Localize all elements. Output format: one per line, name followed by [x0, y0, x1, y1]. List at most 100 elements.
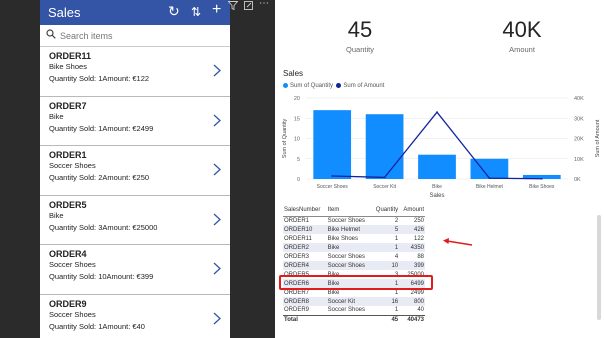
item-title: ORDER4 [49, 249, 87, 259]
col-header-salesnumber[interactable]: SalesNumber [283, 205, 327, 217]
total-amount: 40473 [399, 314, 425, 325]
x-tick-label: Soccer Kit [373, 184, 396, 190]
cell-quantity: 1 [394, 235, 399, 242]
total-label: Total [283, 314, 327, 325]
item-product: Bike Shoes [49, 62, 87, 71]
sort-icon[interactable]: ⇅ [191, 5, 201, 19]
table-row[interactable]: ORDER8 Soccer Kit 16 800 [283, 297, 425, 306]
cell-item: Soccer Shoes [326, 261, 372, 270]
bar-soccer-kit [365, 114, 404, 179]
y-tick-label: 15 [294, 116, 300, 122]
bar-soccer-shoes [313, 110, 352, 179]
cell-amount: 399 [399, 261, 425, 270]
cell-salesnumber: ORDER9 [284, 307, 310, 314]
x-tick-label: Bike Helmet [476, 184, 504, 190]
more-options-icon[interactable]: ⋯ [259, 0, 269, 9]
y-tick-label: 20 [294, 96, 300, 102]
sales-chart: 0 5 10 15 20 0K 10K 20K 30K 40K Sum of Quantity Sum… [282, 96, 601, 199]
amount-value: 40K [502, 17, 542, 42]
list-item[interactable]: ORDER9 Soccer Shoes Quantity Sold: 1Amou… [40, 295, 230, 338]
cell-amount: 4350 [399, 243, 425, 252]
legend-quantity: Sum of Quantity [290, 83, 334, 90]
y2-tick-label: 30K [574, 116, 584, 122]
filter-icon[interactable] [228, 1, 238, 10]
item-meta: Quantity Sold: 10Amount: €399 [49, 272, 154, 281]
table-row[interactable]: ORDER10 Bike Helmet 5 426 [283, 225, 425, 234]
chevron-right-icon[interactable] [213, 312, 221, 325]
search-input[interactable] [60, 28, 220, 43]
chevron-right-icon[interactable] [213, 262, 221, 275]
chevron-right-icon[interactable] [213, 213, 221, 226]
chevron-right-icon[interactable] [213, 163, 221, 176]
table-row[interactable]: ORDER4 Soccer Shoes 10 399 [283, 261, 425, 270]
refresh-icon[interactable]: ↻ [168, 3, 180, 20]
y2-tick-label: 0K [574, 177, 581, 183]
cell-amount: 40 [417, 307, 424, 314]
red-arrow [443, 238, 473, 246]
amount-point [436, 111, 438, 114]
col-header-item[interactable]: Item [326, 205, 372, 217]
x-tick-label: Bike [432, 184, 442, 190]
table-row[interactable]: ORDER2 Bike 1 4350 [283, 243, 425, 252]
cell-amount: 800 [399, 297, 425, 306]
item-meta: Quantity Sold: 3Amount: €25000 [49, 222, 158, 232]
focus-mode-icon[interactable] [244, 1, 253, 10]
search-icon [46, 29, 56, 39]
list-item[interactable]: ORDER11 Bike Shoes Quantity Sold: 1Amoun… [40, 47, 230, 97]
table-total-row: Total 45 40473 [283, 314, 425, 325]
amount-point [488, 177, 491, 180]
table-scrollbar[interactable] [597, 215, 601, 320]
chart-legend: Sum of Quantity Sum of Amount [283, 83, 384, 89]
list-item[interactable]: ORDER7 Bike Quantity Sold: 1Amount: €249… [40, 97, 230, 146]
col-header-amount[interactable]: Amount [399, 205, 425, 217]
list-item[interactable]: ORDER4 Soccer Shoes Quantity Sold: 10Amo… [40, 245, 230, 295]
list-item[interactable]: ORDER1 Soccer Shoes Quantity Sold: 2Amou… [40, 146, 230, 196]
cell-salesnumber: ORDER11 [284, 235, 312, 242]
cell-item: Bike Helmet [326, 225, 372, 234]
list-item[interactable]: ORDER5 Bike Quantity Sold: 3Amount: €250… [40, 196, 230, 245]
col-header-quantity[interactable]: Quantity [371, 205, 400, 217]
cell-quantity: 1 [394, 307, 399, 314]
cell-amount: 426 [399, 225, 425, 234]
item-title: ORDER5 [49, 199, 87, 210]
cell-salesnumber: ORDER3 [284, 253, 310, 260]
app-title: Sales [48, 5, 81, 20]
cell-salesnumber: ORDER4 [283, 261, 327, 270]
bar-bike [418, 154, 456, 179]
item-product: Soccer Shoes [49, 309, 96, 319]
total-item [326, 314, 372, 325]
legend-amount: Sum of Amount [343, 83, 385, 90]
cell-amount: 250 [413, 217, 424, 224]
chart-title: Sales [283, 69, 304, 78]
item-title: ORDER1 [49, 150, 87, 160]
y-tick-label: 10 [294, 137, 300, 143]
y2-axis-title: Sum of Amount [595, 119, 601, 157]
cell-amount: 88 [417, 253, 424, 260]
item-title: ORDER11 [49, 51, 92, 61]
add-icon[interactable]: + [212, 1, 221, 19]
cell-quantity: 5 [371, 225, 400, 234]
cell-quantity: 2 [394, 217, 399, 224]
legend-quantity-swatch [283, 83, 288, 88]
y-tick-label: 0 [297, 177, 300, 183]
item-meta: Quantity Sold: 1Amount: €2499 [49, 123, 154, 133]
y2-tick-label: 10K [574, 157, 584, 163]
amount-point [540, 177, 543, 180]
item-meta: Quantity Sold: 1Amount: €122 [49, 74, 150, 83]
sales-app: Sales ↻ ⇅ + ORDER11 Bike Shoes Quantity … [40, 0, 230, 338]
table-row[interactable]: ORDER3 Soccer Shoes 4 88 [283, 252, 425, 261]
cell-quantity: 4 [394, 253, 399, 260]
chevron-right-icon[interactable] [213, 64, 221, 77]
quantity-value: 45 [347, 17, 373, 42]
item-product: Soccer Shoes [49, 161, 96, 170]
table-header-row: SalesNumber Item Quantity Amount [283, 205, 425, 217]
table-row[interactable]: ORDER11 Bike Shoes 1 122 [283, 234, 425, 243]
cell-quantity: 16 [371, 297, 400, 306]
table-row[interactable]: ORDER9 Soccer Shoes 1 40 [283, 306, 425, 315]
cell-salesnumber: ORDER1 [284, 217, 310, 224]
item-meta: Quantity Sold: 1Amount: €40 [49, 321, 145, 331]
orders-list: ORDER11 Bike Shoes Quantity Sold: 1Amoun… [40, 47, 230, 338]
chevron-right-icon[interactable] [213, 114, 221, 127]
table-row[interactable]: ORDER1 Soccer Shoes 2 250 [283, 216, 425, 225]
x-tick-label: Bike Shoes [529, 184, 555, 190]
